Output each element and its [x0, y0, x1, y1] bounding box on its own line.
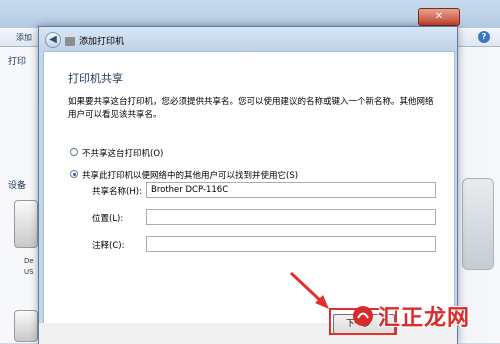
- dialog-content: 打印机共享 如果要共享这台打印机，您必须提供共享名。您可以使用建议的名称或键入一…: [43, 51, 455, 325]
- printer-icon: [65, 34, 75, 46]
- location-input[interactable]: [146, 209, 436, 225]
- location-label: 位置(L):: [92, 214, 124, 224]
- right-device-icon[interactable]: [462, 178, 494, 270]
- back-button[interactable]: ◀: [45, 32, 61, 48]
- device-icon[interactable]: [14, 310, 38, 342]
- add-device-link[interactable]: 添加: [16, 32, 32, 43]
- watermark-logo-icon: [353, 306, 373, 326]
- device-label: De: [24, 257, 34, 265]
- section-devices-heading: 设备: [8, 181, 27, 191]
- window-close-button[interactable]: ✕: [418, 8, 460, 26]
- annotation-arrow-icon: [289, 271, 329, 309]
- no-share-radio[interactable]: [70, 148, 78, 156]
- comment-label: 注释(C):: [92, 241, 125, 251]
- device-label-secondary: US: [24, 268, 34, 276]
- share-radio[interactable]: [70, 170, 78, 178]
- share-name-input[interactable]: [146, 182, 436, 198]
- share-name-label: 共享名称(H):: [92, 187, 142, 197]
- printer-device-icon[interactable]: [14, 200, 38, 248]
- section-printers-heading: 打印: [8, 57, 27, 67]
- page-heading: 打印机共享: [68, 72, 123, 85]
- dialog-title: 添加打印机: [79, 37, 125, 47]
- description-text: 如果要共享这台打印机，您必须提供共享名。您可以使用建议的名称或键入一个新名称。其…: [68, 97, 434, 120]
- comment-input[interactable]: [146, 236, 436, 252]
- watermark-text: 汇正龙网: [378, 306, 471, 331]
- share-label[interactable]: 共享此打印机以便网络中的其他用户可以找到并使用它(S): [82, 169, 298, 181]
- help-icon[interactable]: ?: [478, 31, 490, 43]
- watermark: 汇正龙网: [352, 292, 470, 340]
- left-pane: [0, 47, 36, 343]
- dialog-header: ◀ 添加打印机: [39, 27, 457, 51]
- no-share-label[interactable]: 不共享这台打印机(O): [82, 147, 163, 159]
